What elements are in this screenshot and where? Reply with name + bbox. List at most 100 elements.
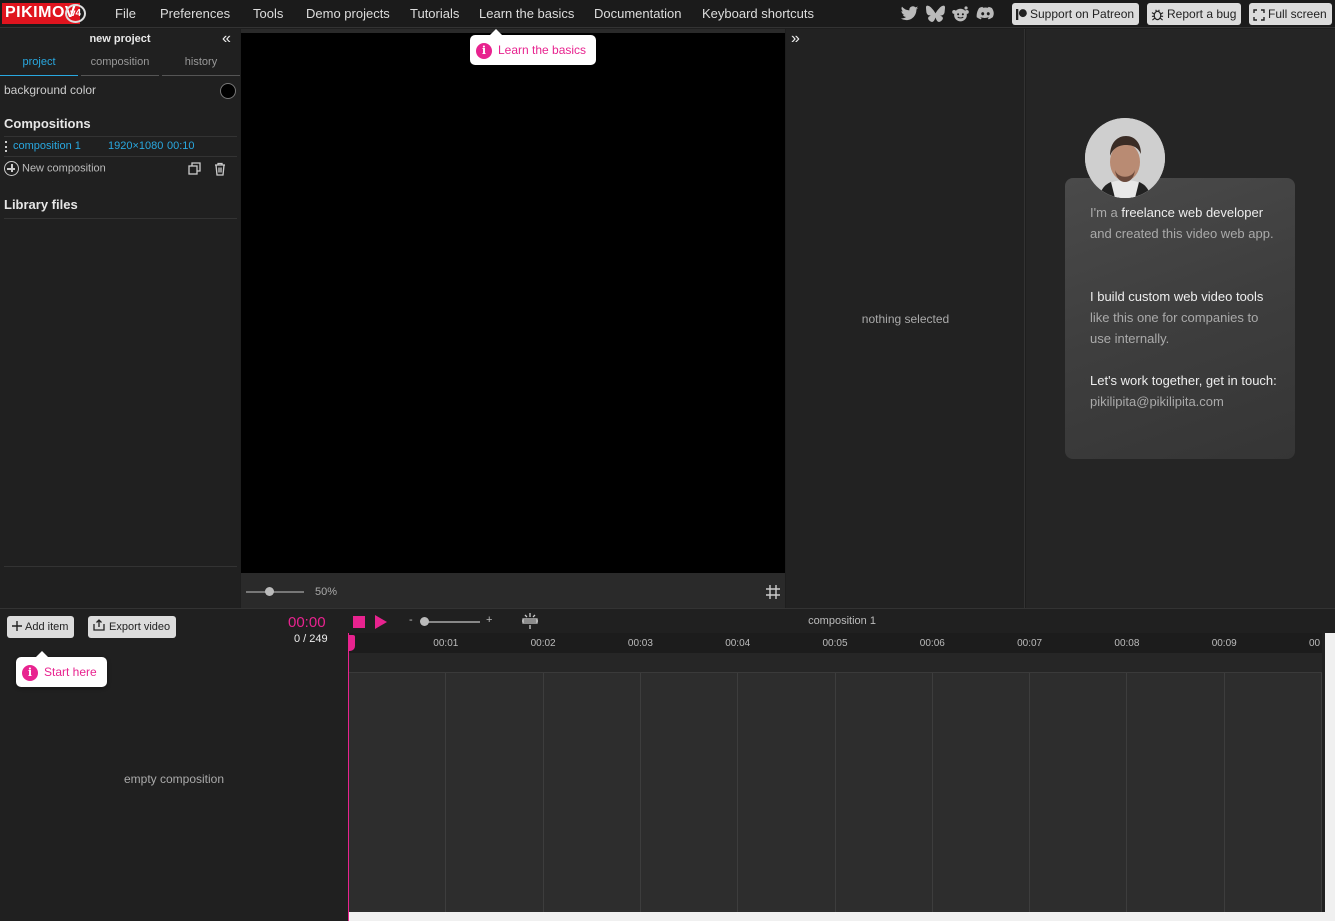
canvas-zoom-slider[interactable] [246,591,304,593]
canvas-area: 50% [241,29,785,608]
ruler-tick-label: 00:03 [627,638,653,649]
author-avatar [1085,118,1165,198]
play-button[interactable] [375,615,387,629]
info-text-bold: I build custom web video tools [1090,289,1264,304]
playhead-handle[interactable] [348,635,355,651]
stop-button[interactable] [353,616,365,628]
background-color-swatch[interactable] [220,83,236,99]
canvas-zoom-value: 50% [315,586,338,598]
menu-learn-the-basics[interactable]: Learn the basics [479,6,574,21]
project-title[interactable]: new project [0,33,240,45]
composition-name: composition 1 [13,140,81,152]
library-files-heading: Library files [4,197,78,212]
duplicate-icon[interactable] [188,162,202,176]
track-gridline [737,673,739,912]
track-gridline [834,673,836,912]
playhead[interactable] [348,633,349,921]
info-text: and created this video web app. [1090,226,1274,241]
composition-size: 1920×1080 [108,140,164,152]
drag-handle-icon[interactable] [5,141,7,152]
menu-keyboard-shortcuts[interactable]: Keyboard shortcuts [702,6,814,21]
info-text: like this one for companies to use inter… [1090,310,1259,346]
author-photo [1085,118,1165,198]
contact-email[interactable]: pikilipita@pikilipita.com [1090,394,1224,409]
ruler-tick-label: 00:06 [919,638,945,649]
collapse-panel-icon[interactable]: « [222,30,231,48]
reddit-icon[interactable] [950,4,971,23]
info-paragraph-1: I'm a freelance web developer and create… [1090,202,1280,244]
menu-documentation[interactable]: Documentation [594,6,681,21]
snap-icon[interactable] [521,613,539,629]
composition-canvas[interactable] [241,33,785,573]
new-composition-label: New composition [22,162,106,175]
discord-icon[interactable] [975,4,996,23]
scrollbar-vertical[interactable] [1325,633,1335,921]
start-here-tooltip[interactable]: i Start here [16,651,107,687]
timeline-ruler-strip[interactable] [349,653,1322,673]
learn-basics-tooltip-label: Learn the basics [498,43,587,57]
trash-icon[interactable] [213,162,227,176]
tab-history[interactable]: history [162,56,240,76]
grid-icon[interactable] [765,584,781,600]
track-gridline [445,673,447,912]
timeline-zoom-in[interactable]: + [486,614,492,626]
scrollbar-horizontal[interactable] [349,912,1335,921]
background-color-label: background color [4,83,97,97]
tab-composition[interactable]: composition [81,56,159,76]
timeline-zoom-slider[interactable] [422,621,480,623]
support-patreon-label: Support on Patreon [1030,7,1135,21]
menu-file[interactable]: File [115,6,136,21]
menu-tutorials[interactable]: Tutorials [410,6,459,21]
full-screen-button[interactable]: Full screen [1249,3,1332,25]
frame-counter: 0 / 249 [294,633,328,645]
ruler-tick-label: 00:02 [530,638,556,649]
current-time[interactable]: 00:00 [288,614,326,631]
report-bug-label: Report a bug [1167,7,1237,21]
bluesky-icon[interactable] [925,4,946,23]
project-panel: new project « project composition histor… [0,29,240,608]
full-screen-label: Full screen [1268,7,1327,21]
patreon-icon [1016,9,1027,21]
ruler-tick-label: 00:09 [1211,638,1237,649]
ruler-tick-label: 00:07 [1017,638,1043,649]
track-gridline [1126,673,1128,912]
add-circle-icon [4,161,19,176]
divider [4,566,237,567]
menu-demo-projects[interactable]: Demo projects [306,6,390,21]
new-composition-button[interactable]: New composition [4,161,106,176]
timeline-tracks[interactable] [349,673,1322,912]
learn-basics-tooltip[interactable]: i Learn the basics [470,29,597,65]
top-menu-bar: PIKIMOV v4 File Preferences Tools Demo p… [0,0,1335,28]
menu-tools[interactable]: Tools [253,6,283,21]
fullscreen-icon [1253,9,1265,21]
track-gridline [542,673,544,912]
ruler-tick-label: 00:04 [725,638,751,649]
add-item-label: Add item [25,621,69,633]
export-video-button[interactable]: Export video [88,616,177,638]
track-gridline [1029,673,1031,912]
canvas-zoom-slider-handle[interactable] [265,587,274,596]
export-video-label: Export video [109,621,171,633]
timeline-zoom-handle[interactable] [420,617,429,626]
author-info-card: I'm a freelance web developer and create… [1065,178,1295,459]
divider [4,156,237,157]
composition-list-item[interactable]: composition 1 1920×1080 00:10 [0,137,238,155]
twitter-icon[interactable] [899,4,920,23]
info-icon: i [476,42,492,59]
composition-duration: 00:10 [167,140,195,152]
expand-panel-icon[interactable]: » [791,30,800,48]
ruler-tick-label: 00 [1309,638,1321,649]
timeline-zoom-out[interactable]: - [409,614,413,626]
track-gridline [639,673,641,912]
ruler-tick-label: 00:01 [433,638,459,649]
menu-preferences[interactable]: Preferences [160,6,230,21]
tab-project[interactable]: project [0,56,78,76]
support-patreon-button[interactable]: Support on Patreon [1012,3,1140,25]
info-text: I'm a [1090,205,1122,220]
compositions-heading: Compositions [4,116,91,131]
export-icon [93,619,105,631]
ruler-tick-label: 00:08 [1114,638,1140,649]
empty-composition-text: empty composition [123,772,225,786]
add-item-button[interactable]: Add item [7,616,75,638]
report-bug-button[interactable]: Report a bug [1147,3,1242,25]
